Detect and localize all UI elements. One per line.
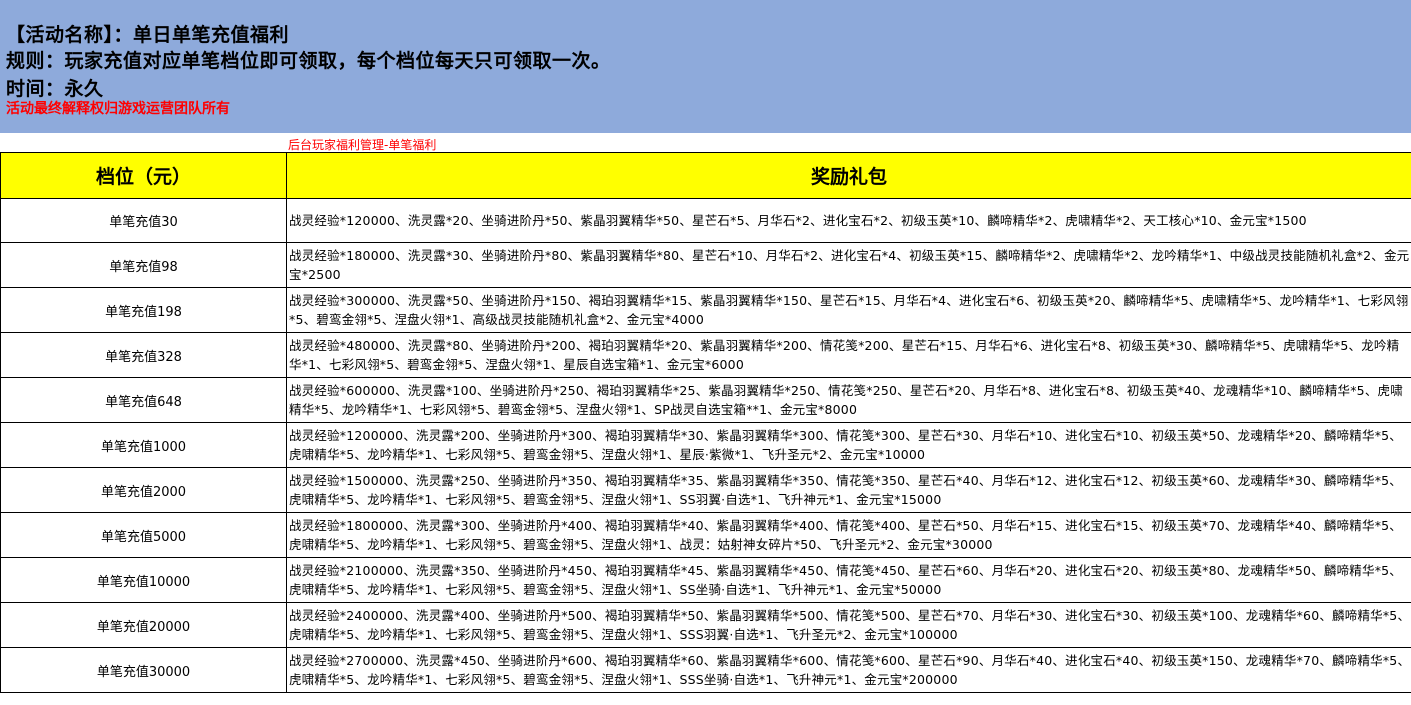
header-reward: 奖励礼包: [286, 152, 1411, 199]
reward-cell: 战灵经验*2700000、洗灵露*450、坐骑进阶丹*600、褐珀羽翼精华*60…: [286, 647, 1411, 693]
table-row: 单笔充值1000 战灵经验*1200000、洗灵露*200、坐骑进阶丹*300、…: [0, 422, 1411, 468]
table-row: 单笔充值5000 战灵经验*1800000、洗灵露*300、坐骑进阶丹*400、…: [0, 512, 1411, 558]
table-row: 单笔充值648 战灵经验*600000、洗灵露*100、坐骑进阶丹*250、褐珀…: [0, 377, 1411, 423]
table-row: 单笔充值30 战灵经验*120000、洗灵露*20、坐骑进阶丹*50、紫晶羽翼精…: [0, 198, 1411, 243]
table-row: 单笔充值98 战灵经验*180000、洗灵露*30、坐骑进阶丹*80、紫晶羽翼精…: [0, 242, 1411, 288]
reward-cell: 战灵经验*300000、洗灵露*50、坐骑进阶丹*150、褐珀羽翼精华*15、紫…: [286, 287, 1411, 333]
table-row: 单笔充值30000 战灵经验*2700000、洗灵露*450、坐骑进阶丹*600…: [0, 647, 1411, 693]
table-row: 单笔充值328 战灵经验*480000、洗灵露*80、坐骑进阶丹*200、褐珀羽…: [0, 332, 1411, 378]
tier-cell: 单笔充值328: [0, 332, 287, 378]
table-header-row: 档位（元） 奖励礼包: [0, 152, 1411, 199]
reward-table: 档位（元） 奖励礼包 单笔充值30 战灵经验*120000、洗灵露*20、坐骑进…: [0, 152, 1411, 693]
activity-name: 【活动名称】：单日单笔充值福利: [6, 24, 290, 46]
activity-time: 时间：永久: [6, 78, 104, 100]
reward-cell: 战灵经验*1500000、洗灵露*250、坐骑进阶丹*350、褐珀羽翼精华*35…: [286, 467, 1411, 513]
reward-cell: 战灵经验*180000、洗灵露*30、坐骑进阶丹*80、紫晶羽翼精华*80、星芒…: [286, 242, 1411, 288]
header-tier: 档位（元）: [0, 152, 287, 199]
activity-disclaimer: 活动最终解释权归游戏运营团队所有: [6, 101, 230, 117]
tier-cell: 单笔充值30000: [0, 647, 287, 693]
tier-cell: 单笔充值2000: [0, 467, 287, 513]
tier-cell: 单笔充值30: [0, 198, 287, 243]
reward-cell: 战灵经验*120000、洗灵露*20、坐骑进阶丹*50、紫晶羽翼精华*50、星芒…: [286, 198, 1411, 243]
table-row: 单笔充值10000 战灵经验*2100000、洗灵露*350、坐骑进阶丹*450…: [0, 557, 1411, 603]
table-row: 单笔充值20000 战灵经验*2400000、洗灵露*400、坐骑进阶丹*500…: [0, 602, 1411, 648]
tier-cell: 单笔充值5000: [0, 512, 287, 558]
admin-note: 后台玩家福利管理-单笔福利: [288, 138, 437, 152]
reward-cell: 战灵经验*1200000、洗灵露*200、坐骑进阶丹*300、褐珀羽翼精华*30…: [286, 422, 1411, 468]
reward-cell: 战灵经验*2100000、洗灵露*350、坐骑进阶丹*450、褐珀羽翼精华*45…: [286, 557, 1411, 603]
table-row: 单笔充值198 战灵经验*300000、洗灵露*50、坐骑进阶丹*150、褐珀羽…: [0, 287, 1411, 333]
activity-banner: 【活动名称】：单日单笔充值福利 规则：玩家充值对应单笔档位即可领取，每个档位每天…: [0, 0, 1411, 133]
tier-cell: 单笔充值1000: [0, 422, 287, 468]
tier-cell: 单笔充值648: [0, 377, 287, 423]
reward-cell: 战灵经验*1800000、洗灵露*300、坐骑进阶丹*400、褐珀羽翼精华*40…: [286, 512, 1411, 558]
tier-cell: 单笔充值198: [0, 287, 287, 333]
tier-cell: 单笔充值98: [0, 242, 287, 288]
reward-cell: 战灵经验*480000、洗灵露*80、坐骑进阶丹*200、褐珀羽翼精华*20、紫…: [286, 332, 1411, 378]
table-row: 单笔充值2000 战灵经验*1500000、洗灵露*250、坐骑进阶丹*350、…: [0, 467, 1411, 513]
reward-cell: 战灵经验*2400000、洗灵露*400、坐骑进阶丹*500、褐珀羽翼精华*50…: [286, 602, 1411, 648]
tier-cell: 单笔充值20000: [0, 602, 287, 648]
reward-cell: 战灵经验*600000、洗灵露*100、坐骑进阶丹*250、褐珀羽翼精华*25、…: [286, 377, 1411, 423]
tier-cell: 单笔充值10000: [0, 557, 287, 603]
activity-rules: 规则：玩家充值对应单笔档位即可领取，每个档位每天只可领取一次。: [6, 50, 611, 72]
